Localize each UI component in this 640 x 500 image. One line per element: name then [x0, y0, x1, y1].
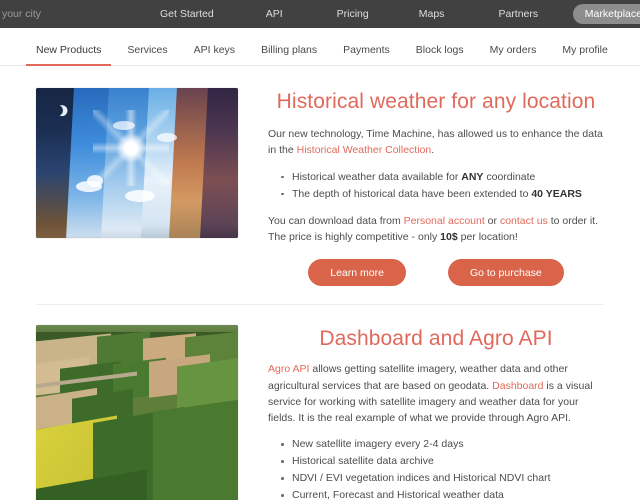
section-historical-weather: Historical weather for any location Our … — [0, 66, 640, 287]
tab-billing-plans[interactable]: Billing plans — [261, 44, 317, 65]
list-item: Historical weather data available for AN… — [281, 169, 604, 186]
weather-collage-image — [36, 88, 238, 238]
agro-fields-image — [36, 325, 238, 500]
tab-api-keys[interactable]: API keys — [194, 44, 235, 65]
cloud-shape — [112, 121, 135, 130]
main-content: Historical weather for any location Our … — [0, 66, 640, 500]
bullet-emphasis: 40 YEARS — [531, 187, 582, 200]
list-item: The depth of historical data have been e… — [281, 186, 604, 203]
nav-link-partners[interactable]: Partners — [498, 8, 538, 20]
nav-link-pricing[interactable]: Pricing — [337, 8, 369, 20]
sun-icon — [115, 133, 146, 163]
pricing-text-pre: You can download data from — [268, 214, 404, 227]
feature-list: New satellite imagery every 2-4 days His… — [268, 436, 604, 500]
pricing-text-post2: per location! — [457, 230, 518, 243]
link-agro-api[interactable]: Agro API — [268, 363, 309, 375]
section-dashboard-agro-api: Dashboard and Agro API Agro API allows g… — [0, 305, 640, 500]
search-input[interactable] — [0, 7, 162, 21]
tab-block-logs[interactable]: Block logs — [416, 44, 464, 65]
marketplace-button[interactable]: Marketplace — [572, 4, 640, 24]
bullet-text-post: coordinate — [483, 170, 536, 183]
link-historical-weather-collection[interactable]: Historical Weather Collection — [297, 144, 432, 156]
intro-paragraph: Our new technology, Time Machine, has al… — [268, 126, 604, 159]
go-to-purchase-button[interactable]: Go to purchase — [447, 259, 564, 287]
learn-more-button[interactable]: Learn more — [308, 259, 406, 287]
section-button-row: Learn more Go to purchase — [268, 259, 604, 287]
tab-my-orders[interactable]: My orders — [490, 44, 537, 65]
account-tab-bar: New Products Services API keys Billing p… — [0, 28, 640, 66]
page-title: Dashboard and Agro API — [319, 327, 553, 351]
intro-text-post: . — [431, 144, 435, 157]
list-item: Historical satellite data archive — [281, 453, 604, 470]
sky-collage-artwork — [36, 88, 238, 238]
bullet-text-pre: Historical weather data available for — [292, 170, 462, 183]
cloud-shape — [86, 175, 103, 187]
link-personal-account[interactable]: Personal account — [404, 215, 485, 227]
feature-list: Historical weather data available for AN… — [268, 169, 604, 203]
bullet-text-pre: The depth of historical data have been e… — [292, 187, 532, 200]
tab-new-products[interactable]: New Products — [25, 44, 112, 66]
nav-links: Get Started API Pricing Maps Partners Bl… — [160, 0, 613, 28]
bullet-emphasis: ANY — [461, 170, 484, 183]
tab-services[interactable]: Services — [127, 44, 167, 65]
cloud-shape — [124, 190, 155, 202]
link-dashboard[interactable]: Dashboard — [492, 380, 543, 392]
nav-link-get-started[interactable]: Get Started — [160, 8, 214, 20]
section-body: Dashboard and Agro API Agro API allows g… — [238, 325, 604, 500]
intro-paragraph: Agro API allows getting satellite imager… — [268, 361, 604, 426]
link-contact-us[interactable]: contact us — [500, 215, 548, 227]
page-title: Historical weather for any location — [276, 90, 596, 113]
nav-link-api[interactable]: API — [266, 8, 283, 20]
list-item: NDVI / EVI vegetation indices and Histor… — [281, 470, 604, 487]
city-search-box[interactable] — [0, 0, 162, 28]
price-emphasis: 10$ — [440, 230, 458, 243]
tab-my-profile[interactable]: My profile — [562, 44, 608, 65]
top-navigation-bar: Get Started API Pricing Maps Partners Bl… — [0, 0, 640, 28]
aerial-farmland-artwork — [36, 325, 238, 500]
field-plot — [153, 396, 238, 500]
pricing-paragraph: You can download data from Personal acco… — [268, 213, 604, 246]
pricing-text-mid: or — [484, 214, 500, 227]
nav-link-maps[interactable]: Maps — [419, 8, 445, 20]
list-item: Current, Forecast and Historical weather… — [281, 487, 604, 500]
list-item: New satellite imagery every 2-4 days — [281, 436, 604, 453]
section-body: Historical weather for any location Our … — [238, 88, 604, 287]
tab-payments[interactable]: Payments — [343, 44, 390, 65]
